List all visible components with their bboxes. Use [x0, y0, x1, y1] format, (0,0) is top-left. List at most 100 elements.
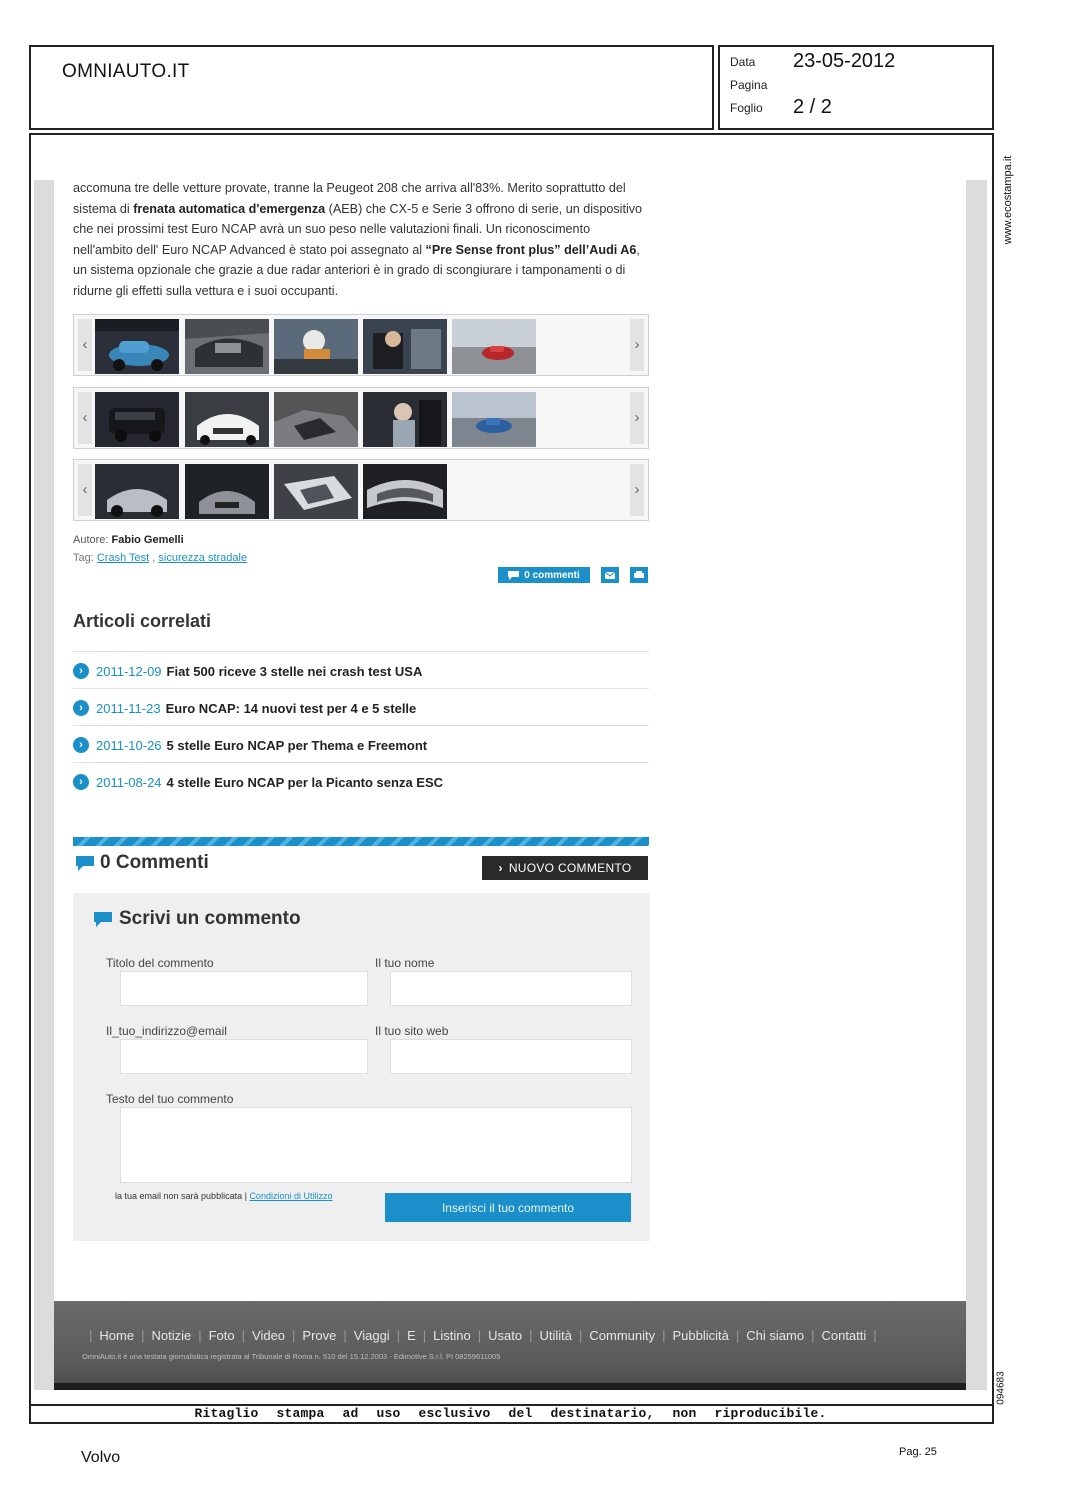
- footer-link-contatti[interactable]: Contatti: [821, 1328, 866, 1343]
- gallery-thumbnail[interactable]: [95, 464, 179, 519]
- page-label: Pagina: [730, 78, 768, 92]
- website-input[interactable]: [390, 1039, 632, 1074]
- client-name: Volvo: [81, 1449, 121, 1466]
- footer-nav-separator: |: [396, 1328, 401, 1343]
- footer-nav-separator: |: [662, 1328, 666, 1343]
- comment-text-label: Testo del tuo commento: [106, 1092, 234, 1106]
- photo-gallery-1: ‹ ›: [73, 314, 649, 376]
- footer-link-community[interactable]: Community: [589, 1328, 655, 1343]
- footer-nav-separator: |: [873, 1328, 877, 1343]
- related-article-item[interactable]: › 2011-08-24 4 stelle Euro NCAP per la P…: [73, 767, 649, 797]
- comments-count-button[interactable]: 0 commenti: [498, 567, 590, 583]
- email-input[interactable]: [120, 1039, 368, 1074]
- page-number: Pag. 25: [899, 1446, 937, 1458]
- tag-label: Tag:: [73, 552, 94, 564]
- footer-nav-separator: |: [89, 1328, 93, 1343]
- footer-link-utilita[interactable]: Utilità: [539, 1328, 572, 1343]
- footer-nav-separator: |: [811, 1328, 815, 1343]
- related-article-title: Fiat 500 riceve 3 stelle nei crash test …: [166, 663, 423, 679]
- tag-link-crash-test[interactable]: Crash Test: [97, 552, 149, 564]
- gallery-thumbnail[interactable]: [363, 464, 447, 519]
- author-name: Fabio Gemelli: [111, 534, 184, 546]
- footer-link-notizie[interactable]: Notizie: [151, 1328, 191, 1343]
- gallery-thumbnail[interactable]: [452, 392, 536, 447]
- footer-link-viaggi[interactable]: Viaggi: [354, 1328, 390, 1343]
- name-label: Il tuo nome: [375, 956, 435, 970]
- related-divider: [73, 651, 649, 652]
- terms-of-use-link[interactable]: Condizioni di Utilizzo: [249, 1191, 332, 1201]
- footer-nav: | Home | Notizie | Foto | Video | Prove | Via…: [82, 1328, 884, 1343]
- footer-link-chi-siamo[interactable]: Chi siamo: [746, 1328, 804, 1343]
- submit-comment-button[interactable]: Inserisci il tuo commento: [385, 1193, 631, 1222]
- footer-nav-separator: |: [343, 1328, 347, 1343]
- footer-nav-separator: |: [578, 1328, 583, 1343]
- photo-gallery-3: ‹ ›: [73, 459, 649, 521]
- related-article-item[interactable]: › 2011-10-26 5 stelle Euro NCAP per Them…: [73, 730, 649, 760]
- gallery-next-button[interactable]: ›: [630, 319, 644, 371]
- email-label: Il_tuo_indirizzo@email: [106, 1024, 227, 1038]
- print-share-button[interactable]: [630, 567, 648, 583]
- gallery-thumbnail[interactable]: [363, 392, 447, 447]
- tag-link-sicurezza-stradale[interactable]: sicurezza stradale: [158, 552, 247, 564]
- gallery-thumbnail[interactable]: [274, 319, 358, 374]
- gallery-thumbnail[interactable]: [452, 319, 536, 374]
- related-article-item[interactable]: › 2011-12-09 Fiat 500 riceve 3 stelle ne…: [73, 656, 649, 686]
- clipping-code: 094683: [995, 1371, 1007, 1405]
- footer-nav-separator: |: [477, 1328, 482, 1343]
- privacy-text: la tua email non sarà pubblicata |: [115, 1191, 247, 1201]
- email-share-button[interactable]: [601, 567, 619, 583]
- new-comment-button[interactable]: › NUOVO COMMENTO: [482, 856, 648, 880]
- article-bold-presense: “Pre Sense front plus” dell’Audi A6: [425, 242, 637, 257]
- gallery-thumbnail[interactable]: [185, 392, 269, 447]
- comments-count-label: 0 commenti: [524, 569, 580, 581]
- gallery-next-button[interactable]: ›: [630, 464, 644, 516]
- page-side-gutter-left: [34, 180, 54, 1390]
- gallery-thumbnail[interactable]: [95, 392, 179, 447]
- footer-link-prove[interactable]: Prove: [302, 1328, 336, 1343]
- chevron-right-icon: ›: [498, 861, 503, 875]
- footer-nav-separator: |: [735, 1328, 740, 1343]
- footer-link-usato[interactable]: Usato: [488, 1328, 522, 1343]
- footer-nav-separator: |: [529, 1328, 533, 1343]
- gallery-next-button[interactable]: ›: [630, 392, 644, 444]
- gallery-thumbnail[interactable]: [274, 392, 358, 447]
- ecostampa-url: www.ecostampa.it: [1002, 155, 1014, 245]
- footer-link-listino[interactable]: Listino: [433, 1328, 471, 1343]
- footer-link-e[interactable]: E: [407, 1328, 416, 1343]
- comment-form-title: Scrivi un commento: [94, 908, 301, 930]
- related-article-item[interactable]: › 2011-11-23 Euro NCAP: 14 nuovi test pe…: [73, 693, 649, 723]
- comment-textarea[interactable]: [120, 1107, 632, 1183]
- gallery-prev-button[interactable]: ‹: [78, 392, 92, 444]
- author-line: Autore: Fabio Gemelli: [73, 534, 184, 546]
- footer-nav-separator: |: [422, 1328, 427, 1343]
- gallery-thumbnail[interactable]: [95, 319, 179, 374]
- comment-form-title-text: Scrivi un commento: [119, 908, 301, 929]
- footer-nav-separator: |: [292, 1328, 296, 1343]
- comments-heading: 0 Commenti: [76, 852, 209, 874]
- arrow-right-circle-icon: ›: [73, 663, 89, 679]
- site-footer-bottom-bar: [54, 1383, 966, 1390]
- name-input[interactable]: [390, 971, 632, 1006]
- footer-link-foto[interactable]: Foto: [209, 1328, 235, 1343]
- footer-nav-separator: |: [241, 1328, 246, 1343]
- gallery-prev-button[interactable]: ‹: [78, 319, 92, 371]
- gallery-thumbnail[interactable]: [363, 319, 447, 374]
- photo-gallery-2: ‹ ›: [73, 387, 649, 449]
- footer-link-home[interactable]: Home: [99, 1328, 134, 1343]
- comment-title-label: Titolo del commento: [106, 956, 214, 970]
- comments-stripe-divider: [73, 837, 649, 846]
- gallery-thumbnail[interactable]: [185, 464, 269, 519]
- gallery-thumbnail[interactable]: [274, 464, 358, 519]
- related-divider: [73, 725, 649, 726]
- comment-title-input[interactable]: [120, 971, 368, 1006]
- sheet-value: 2 / 2: [793, 96, 832, 118]
- comment-bubble-icon: [76, 855, 94, 871]
- gallery-prev-button[interactable]: ‹: [78, 464, 92, 516]
- footer-link-pubblicita[interactable]: Pubblicità: [673, 1328, 729, 1343]
- tag-separator: ,: [149, 552, 156, 564]
- header-publication-box: OMNIAUTO.IT: [29, 45, 714, 130]
- footer-link-video[interactable]: Video: [252, 1328, 285, 1343]
- arrow-right-circle-icon: ›: [73, 700, 89, 716]
- new-comment-label: NUOVO COMMENTO: [508, 861, 632, 875]
- gallery-thumbnail[interactable]: [185, 319, 269, 374]
